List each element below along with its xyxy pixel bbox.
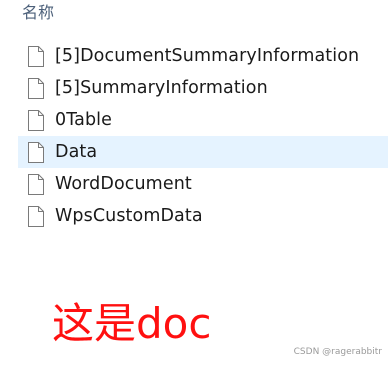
list-item[interactable]: WordDocument (18, 168, 388, 200)
file-name: WpsCustomData (55, 206, 203, 226)
list-item-selected[interactable]: Data (18, 136, 388, 168)
list-item[interactable]: WpsCustomData (18, 200, 388, 232)
file-icon (25, 108, 47, 132)
list-item[interactable]: [5]SummaryInformation (18, 72, 388, 104)
list-item[interactable]: 0Table (18, 104, 388, 136)
list-item[interactable]: [5]DocumentSummaryInformation (18, 40, 388, 72)
file-name: [5]DocumentSummaryInformation (55, 46, 360, 66)
file-name: Data (55, 142, 98, 162)
file-icon (25, 44, 47, 68)
watermark: CSDN @ragerabbitr (293, 347, 382, 357)
file-icon (25, 204, 47, 228)
file-name: WordDocument (55, 174, 192, 194)
file-name: [5]SummaryInformation (55, 78, 268, 98)
file-icon (25, 76, 47, 100)
file-icon (25, 140, 47, 164)
file-list: [5]DocumentSummaryInformation [5]Summary… (18, 40, 388, 232)
file-explorer-view: 名称 [5]DocumentSummaryInformation [5]Summ… (0, 0, 388, 369)
file-name: 0Table (55, 110, 112, 130)
annotation-text: 这是doc (52, 299, 212, 348)
file-icon (25, 172, 47, 196)
column-header-name[interactable]: 名称 (22, 2, 54, 24)
